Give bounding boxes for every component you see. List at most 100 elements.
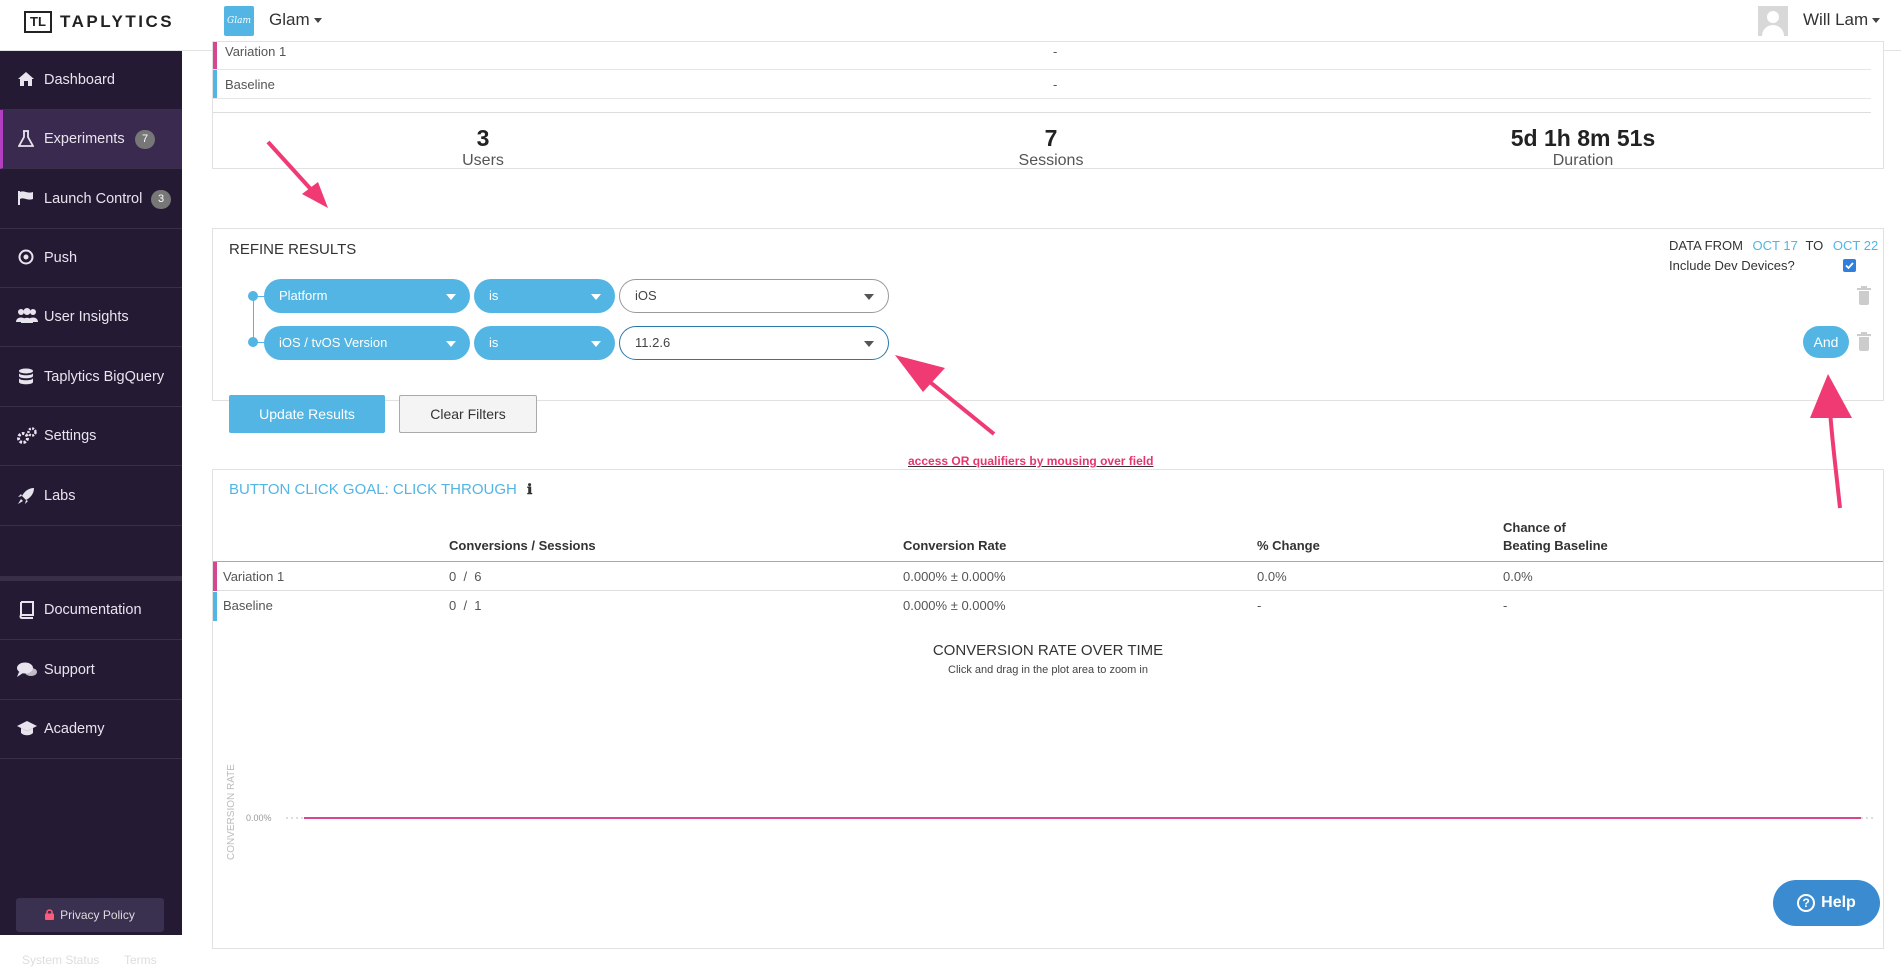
- chevron-down-icon: [446, 294, 456, 300]
- divider: [213, 112, 1871, 113]
- user-name: Will Lam: [1803, 10, 1869, 29]
- table-row: Variation 1 -: [213, 42, 1871, 70]
- from-date-link[interactable]: OCT 17: [1753, 238, 1798, 253]
- filter-field-value: Platform: [279, 288, 328, 303]
- filter-field-select[interactable]: Platform: [264, 279, 470, 313]
- filter-operator-value: is: [489, 288, 499, 303]
- filter-value-select[interactable]: 11.2.6: [619, 326, 889, 360]
- terms-link[interactable]: Terms: [124, 953, 157, 967]
- help-button[interactable]: ? Help: [1773, 880, 1880, 926]
- variation-name: Baseline: [223, 598, 273, 613]
- database-icon: [16, 368, 36, 386]
- sessions-label: Sessions: [1018, 152, 1084, 169]
- user-menu[interactable]: Will Lam: [1803, 10, 1881, 30]
- sidebar-item-push[interactable]: Push: [0, 229, 182, 288]
- annotation-label: access OR qualifiers by mousing over fie…: [908, 454, 1154, 468]
- sidebar-item-label: Taplytics BigQuery: [44, 369, 165, 385]
- app-switcher[interactable]: Glam: [269, 10, 322, 30]
- chevron-down-icon: [313, 18, 322, 24]
- y-axis-label: CONVERSION RATE: [226, 764, 237, 860]
- variation-color-bar: [213, 42, 217, 69]
- graduation-cap-icon: [16, 720, 37, 738]
- sidebar-item-launch-control[interactable]: Launch Control 3: [0, 170, 182, 229]
- chart-title: CONVERSION RATE OVER TIME: [932, 642, 1164, 659]
- refine-title: REFINE RESULTS: [229, 241, 357, 258]
- summary-panel: Variation 1 - Baseline - 3 Users 7 Sessi…: [212, 41, 1884, 169]
- sidebar-item-label: Support: [44, 662, 95, 678]
- sidebar-item-label: Labs: [44, 488, 76, 504]
- chance-cell: 0.0%: [1503, 569, 1533, 584]
- chevron-down-icon: [864, 341, 874, 347]
- info-icon[interactable]: ℹ: [527, 481, 532, 498]
- logo-mark[interactable]: TL: [24, 11, 52, 33]
- chevron-down-icon: [1872, 18, 1881, 24]
- table-row: Variation 1 0 / 6 0.000% ± 0.000% 0.0% 0…: [213, 562, 1883, 591]
- goal-panel: BUTTON CLICK GOAL: CLICK THROUGH ℹ Conve…: [212, 469, 1884, 949]
- brand-logo[interactable]: TAPLYTICS: [60, 12, 174, 32]
- filter-operator-select[interactable]: is: [474, 326, 615, 360]
- app-name: Glam: [269, 10, 310, 29]
- filter-operator-value: is: [489, 335, 499, 350]
- clear-filters-button[interactable]: Clear Filters: [399, 395, 537, 433]
- app-icon[interactable]: Glam: [224, 6, 254, 36]
- check-icon: [1845, 262, 1854, 270]
- table-row: Baseline 0 / 1 0.000% ± 0.000% - -: [213, 592, 1883, 621]
- and-button[interactable]: And: [1803, 326, 1849, 358]
- y-tick-label: 0.00%: [246, 813, 272, 823]
- variation-name: Variation 1: [225, 44, 287, 59]
- privacy-policy-label: Privacy Policy: [60, 908, 135, 922]
- sidebar-item-label: User Insights: [44, 309, 129, 325]
- rocket-icon: [16, 487, 36, 505]
- sidebar-item-bigquery[interactable]: Taplytics BigQuery: [0, 348, 182, 407]
- filter-operator-select[interactable]: is: [474, 279, 615, 313]
- conversion-rate-chart[interactable]: CONVERSION RATE 0.00%: [213, 680, 1883, 950]
- conversions-cell: 0 / 1: [449, 598, 482, 613]
- sidebar-item-user-insights[interactable]: User Insights: [0, 288, 182, 347]
- chevron-down-icon: [591, 294, 601, 300]
- avatar[interactable]: [1758, 6, 1788, 36]
- delete-filter-icon[interactable]: [1857, 332, 1871, 351]
- variation-value: -: [1053, 77, 1058, 92]
- sidebar-item-support[interactable]: Support: [0, 641, 182, 700]
- filter-value-select[interactable]: iOS: [619, 279, 889, 313]
- question-icon: ?: [1797, 893, 1816, 912]
- book-icon: [16, 601, 36, 619]
- goal-title: BUTTON CLICK GOAL: CLICK THROUGH ℹ: [229, 481, 532, 498]
- column-header: Conversion Rate: [903, 538, 1007, 553]
- delete-filter-icon[interactable]: [1857, 286, 1871, 305]
- rate-cell: 0.000% ± 0.000%: [903, 598, 1006, 613]
- sidebar-item-label: Experiments: [44, 131, 125, 147]
- flag-icon: [16, 190, 36, 208]
- sidebar-item-documentation[interactable]: Documentation: [0, 581, 182, 640]
- duration-label: Duration: [1552, 152, 1614, 169]
- to-date-link[interactable]: OCT 22: [1833, 238, 1878, 253]
- sidebar-item-settings[interactable]: Settings: [0, 407, 182, 466]
- privacy-policy-button[interactable]: Privacy Policy: [16, 898, 164, 932]
- sidebar-item-experiments[interactable]: Experiments 7: [0, 110, 182, 169]
- count-badge: 7: [135, 130, 155, 149]
- chat-icon: [16, 661, 37, 679]
- sidebar-item-label: Push: [44, 250, 78, 266]
- filter-connector-line: [253, 296, 254, 342]
- variation-name: Variation 1: [223, 569, 285, 584]
- update-results-button[interactable]: Update Results: [229, 395, 385, 433]
- lock-icon: [45, 899, 55, 933]
- sidebar-item-dashboard[interactable]: Dashboard: [0, 51, 182, 110]
- change-cell: -: [1257, 598, 1262, 613]
- sidebar-item-academy[interactable]: Academy: [0, 700, 182, 759]
- variation-color-bar: [213, 562, 217, 591]
- flask-icon: [16, 130, 36, 148]
- filter-field-select[interactable]: iOS / tvOS Version: [264, 326, 470, 360]
- filter-field-value: iOS / tvOS Version: [279, 335, 388, 350]
- system-status-link[interactable]: System Status: [22, 953, 99, 967]
- sidebar-item-label: Dashboard: [44, 72, 115, 88]
- to-label: TO: [1805, 238, 1824, 253]
- sidebar-item-labs[interactable]: Labs: [0, 467, 182, 526]
- goal-title-text: BUTTON CLICK GOAL: CLICK THROUGH: [229, 481, 517, 498]
- column-header: Beating Baseline: [1503, 538, 1608, 553]
- users-icon: [16, 308, 38, 326]
- sidebar-item-label: Documentation: [44, 602, 142, 618]
- filter-value: 11.2.6: [635, 335, 671, 350]
- baseline-color-bar: [213, 592, 217, 621]
- include-dev-checkbox[interactable]: [1843, 259, 1856, 272]
